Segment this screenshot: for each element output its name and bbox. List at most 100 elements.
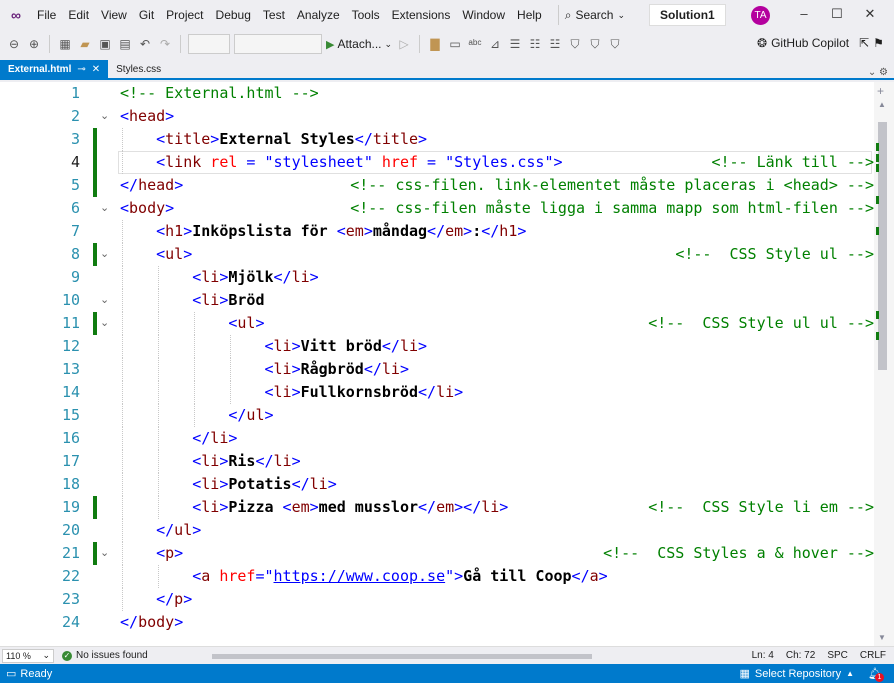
menu-item-project[interactable]: Project — [160, 8, 209, 22]
redo-icon[interactable]: ↷ — [157, 36, 173, 52]
code-line[interactable]: <link rel = "stylesheet" href = "Styles.… — [156, 151, 562, 174]
navigate-forward-icon[interactable]: ⊕ — [26, 36, 42, 52]
solution-name[interactable]: Solution1 — [649, 4, 726, 26]
code-line[interactable]: <li>Fullkornsbröd</li> — [264, 381, 463, 404]
tab-external-html[interactable]: External.html ⊸ ✕ — [0, 60, 109, 78]
code-line[interactable]: <li>Potatis</li> — [192, 473, 337, 496]
comment-icon[interactable]: ☷ — [527, 36, 543, 52]
code-line[interactable]: <title>External Styles</title> — [156, 128, 427, 151]
zoom-combo[interactable]: 110 % ⌄ — [2, 648, 54, 663]
whitespace-indicator[interactable]: SPC — [827, 650, 848, 661]
menu-item-file[interactable]: File — [31, 8, 62, 22]
code-token: </ — [363, 360, 382, 378]
issues-indicator[interactable]: ✓ No issues found — [62, 650, 148, 661]
open-folder-icon[interactable]: ▰ — [77, 36, 93, 52]
fold-toggle-icon[interactable]: ⌄ — [100, 197, 112, 220]
code-line[interactable]: </li> — [192, 427, 237, 450]
tab-styles-css[interactable]: Styles.css — [108, 60, 169, 78]
output-window-icon[interactable]: ▭ — [6, 667, 16, 680]
select-repository-button[interactable]: ▦ Select Repository ▲ — [739, 667, 854, 681]
code-line[interactable]: <li>Rågbröd</li> — [264, 358, 409, 381]
new-project-icon[interactable]: ▦ — [57, 36, 73, 52]
uncomment-icon[interactable]: ☳ — [547, 36, 563, 52]
code-line[interactable]: <li>Vitt bröd</li> — [264, 335, 427, 358]
split-icon[interactable]: + — [877, 84, 884, 98]
align-icon[interactable]: ☰ — [507, 36, 523, 52]
code-line[interactable]: <head> — [120, 105, 174, 128]
save-all-icon[interactable]: ▤ — [117, 36, 133, 52]
code-token: > — [499, 498, 509, 516]
tab-list-dropdown-icon[interactable]: ⌄ ⚙ — [868, 67, 894, 78]
code-line[interactable]: </head> — [120, 174, 183, 197]
avatar[interactable]: TA — [751, 6, 770, 25]
code-line[interactable]: <ul> — [156, 243, 192, 266]
minimize-icon[interactable]: – — [794, 6, 814, 21]
close-window-icon[interactable]: ✕ — [860, 6, 880, 22]
code-line[interactable]: </ul> — [228, 404, 273, 427]
menu-item-view[interactable]: View — [95, 8, 133, 22]
fold-toggle-icon[interactable]: ⌄ — [100, 289, 112, 312]
menu-item-git[interactable]: Git — [133, 8, 160, 22]
scroll-down-icon[interactable]: ▼ — [878, 633, 886, 642]
scrollbar-thumb[interactable] — [211, 653, 592, 659]
menu-item-debug[interactable]: Debug — [210, 8, 257, 22]
github-copilot-button[interactable]: ❂ GitHub Copilot ⇱ ⚑ — [757, 36, 884, 50]
code-token: > — [165, 107, 175, 125]
scrollbar-thumb[interactable] — [878, 122, 887, 370]
code-line[interactable]: <p> — [156, 542, 183, 565]
window-layout-icon[interactable]: ▭ — [447, 36, 463, 52]
platform-combo[interactable] — [234, 34, 322, 54]
code-line[interactable]: <h1>Inköpslista för <em>måndag</em>:</h1… — [156, 220, 526, 243]
fold-toggle-icon[interactable]: ⌄ — [100, 542, 112, 565]
bookmark-icon[interactable]: ⛉ — [567, 36, 583, 52]
code-line[interactable]: <!-- External.html --> — [120, 82, 319, 105]
indent-guide — [194, 358, 196, 381]
menu-item-test[interactable]: Test — [257, 8, 291, 22]
menu-item-analyze[interactable]: Analyze — [291, 8, 346, 22]
fold-toggle-icon[interactable]: ⌄ — [100, 105, 112, 128]
navigate-back-icon[interactable]: ⊖ — [6, 36, 22, 52]
menu-item-extensions[interactable]: Extensions — [386, 8, 457, 22]
solution-explorer-icon[interactable]: ▇ — [427, 36, 443, 52]
code-area[interactable]: <!-- External.html --> <head> <title>Exter… — [120, 82, 874, 646]
code-line[interactable]: <li>Ris</li> — [192, 450, 300, 473]
configuration-combo[interactable] — [188, 34, 230, 54]
code-token: body — [129, 199, 166, 217]
horizontal-scrollbar[interactable] — [208, 652, 638, 660]
maximize-icon[interactable]: ☐ — [827, 6, 847, 22]
scroll-up-icon[interactable]: ▲ — [878, 100, 886, 109]
line-ending-indicator[interactable]: CRLF — [860, 650, 886, 661]
attach-button[interactable]: ▶ Attach... ⌄ — [326, 37, 392, 51]
format-icon[interactable]: ⊿ — [487, 36, 503, 52]
save-icon[interactable]: ▣ — [97, 36, 113, 52]
fold-toggle-icon[interactable]: ⌄ — [100, 243, 112, 266]
bookmark-prev-icon[interactable]: ⛉ — [587, 36, 603, 52]
code-line[interactable]: </p> — [156, 588, 192, 611]
code-line[interactable]: <a href="https://www.coop.se">Gå till Co… — [192, 565, 607, 588]
spell-check-icon[interactable]: ᵃᵇᶜ — [467, 36, 483, 52]
menu-item-edit[interactable]: Edit — [62, 8, 95, 22]
code-line[interactable]: <li>Mjölk</li> — [192, 266, 318, 289]
bookmark-next-icon[interactable]: ⛉ — [607, 36, 623, 52]
pin-icon[interactable]: ⊸ — [77, 64, 85, 75]
close-tab-icon[interactable]: ✕ — [92, 64, 100, 75]
code-editor[interactable]: 1 2 3 4 5 6 7 8 9 10 11 12 13 14 15 16 17 18 19 20 21 22 23 24 … — [0, 82, 894, 646]
code-line[interactable]: </ul> — [156, 519, 201, 542]
menu-item-tools[interactable]: Tools — [346, 8, 386, 22]
search-box[interactable]: ⌕ Search ⌄ — [557, 5, 631, 25]
notifications-button[interactable]: 🔔︎ 1 — [868, 667, 884, 682]
code-line[interactable]: </body> — [120, 611, 183, 634]
code-line[interactable]: <li>Pizza <em>med musslor</em></li> — [192, 496, 508, 519]
undo-icon[interactable]: ↶ — [137, 36, 153, 52]
menu-item-help[interactable]: Help — [511, 8, 548, 22]
code-token: med musslor — [318, 498, 419, 516]
code-line[interactable]: <li>Bröd — [192, 289, 264, 312]
code-token: </ — [156, 590, 175, 608]
code-line[interactable]: <ul> — [228, 312, 264, 335]
code-line[interactable]: <body> — [120, 197, 174, 220]
visual-studio-logo-icon[interactable]: ∞ — [5, 4, 27, 26]
fold-toggle-icon[interactable]: ⌄ — [100, 312, 112, 335]
code-token: > — [183, 222, 193, 240]
start-without-debug-icon[interactable]: ▷ — [396, 36, 412, 52]
menu-item-window[interactable]: Window — [456, 8, 511, 22]
